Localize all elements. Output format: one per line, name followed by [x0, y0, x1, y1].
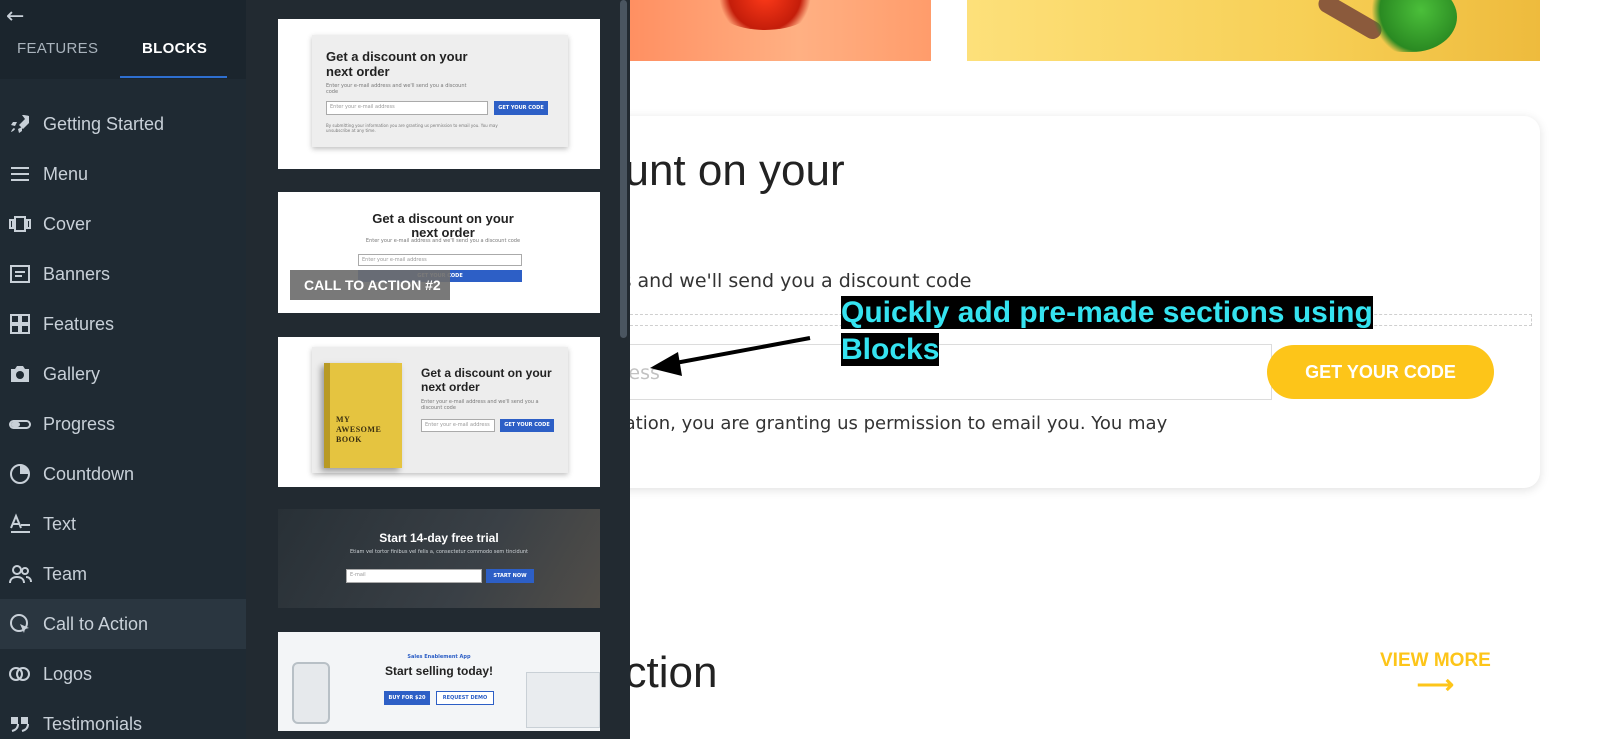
sidebar-item-getting-started[interactable]: Getting Started: [0, 99, 246, 149]
sidebar-item-label: Progress: [43, 413, 116, 434]
blocks-panel: Get a discount on your next order Enter …: [246, 0, 630, 739]
sidebar-item-label: Cover: [43, 213, 92, 234]
thumb-button: START NOW: [486, 569, 534, 583]
thumb-button: GET YOUR CODE: [500, 419, 554, 432]
text-icon: [7, 511, 33, 537]
book-title: MY AWESOME BOOK: [336, 415, 382, 444]
block-thumbnail-cta-4[interactable]: Start 14-day free trial Etiam vel tortor…: [278, 509, 600, 608]
sidebar-item-text[interactable]: Text: [0, 499, 246, 549]
sidebar-item-label: Team: [43, 563, 88, 584]
cta-icon: [7, 611, 33, 637]
menu-icon: [7, 161, 33, 187]
hero-image-parrot: [967, 0, 1540, 61]
sidebar-item-label: Countdown: [43, 463, 135, 484]
annotation-arrow-icon: [650, 336, 811, 376]
book-image: MY AWESOME BOOK: [324, 363, 402, 468]
card-subtitle: ess and we'll send you a discount code: [600, 270, 972, 292]
thumb-text: Enter your e-mail address and we'll send…: [421, 399, 539, 411]
thumb-input: Enter your e-mail address: [421, 419, 495, 432]
block-thumbnail-cta-3[interactable]: MY AWESOME BOOK Get a discount on your n…: [278, 337, 600, 487]
sidebar-item-label: Menu: [43, 163, 89, 184]
sidebar-item-label: Text: [43, 513, 77, 534]
quote-icon: [7, 711, 33, 737]
thumb-title: Get a discount on your next order: [326, 49, 468, 79]
sidebar-item-label: Logos: [43, 663, 93, 684]
thumb-input: Enter your e-mail address: [326, 101, 488, 115]
thumb-button-primary: BUY FOR $20: [384, 691, 430, 705]
sidebar-item-logos[interactable]: Logos: [0, 649, 246, 699]
thumb-kicker: Sales Enablement App: [407, 654, 471, 660]
progress-icon: [7, 411, 33, 437]
sidebar-item-call-to-action[interactable]: Call to Action: [0, 599, 246, 649]
sidebar-item-label: Getting Started: [43, 113, 165, 134]
tab-blocks[interactable]: BLOCKS: [142, 40, 207, 57]
sidebar-item-label: Testimonials: [43, 713, 143, 734]
logos-icon: [7, 661, 33, 687]
mini-card: Get a discount on your next order Enter …: [312, 35, 568, 147]
sidebar-item-testimonials[interactable]: Testimonials: [0, 699, 246, 739]
sidebar-item-label: Features: [43, 313, 115, 334]
legal-text: rmation, you are granting us permission …: [600, 410, 1272, 464]
blocks-scrollbar[interactable]: [620, 0, 627, 338]
camera-icon: [7, 361, 33, 387]
tab-features[interactable]: FEATURES: [17, 40, 98, 57]
thumb-text: Enter your e-mail address and we'll send…: [326, 83, 467, 95]
thumb-input: E-mail: [346, 569, 482, 583]
sidebar-item-cover[interactable]: Cover: [0, 199, 246, 249]
thumb-text: Etiam vel tortor finibus vel felis a, co…: [349, 549, 528, 555]
sidebar-item-banners[interactable]: Banners: [0, 249, 246, 299]
legal-line-2: .: [600, 437, 1272, 464]
thumb-button: GET YOUR CODE: [494, 101, 548, 115]
legal-line-1: rmation, you are granting us permission …: [600, 413, 1168, 434]
view-more-link[interactable]: VIEW MORE ⟶: [1380, 650, 1491, 699]
document-image: [526, 672, 600, 728]
block-thumbnail-cta-2[interactable]: Get a discount on your next order Enter …: [278, 192, 600, 313]
annotation-line-1: Quickly add pre-made sections using: [841, 296, 1373, 329]
sidebar-item-label: Call to Action: [43, 613, 149, 634]
sidebar-item-gallery[interactable]: Gallery: [0, 349, 246, 399]
cover-icon: [7, 211, 33, 237]
thumb-title: Get a discount on your next order: [421, 366, 552, 394]
block-thumbnail-cta-5[interactable]: Sales Enablement App Start selling today…: [278, 632, 600, 731]
sidebar-item-features[interactable]: Features: [0, 299, 246, 349]
sidebar-item-label: Gallery: [43, 363, 101, 384]
rocket-icon: [7, 111, 33, 137]
clock-icon: [7, 461, 33, 487]
banners-icon: [7, 261, 33, 287]
view-more-label: VIEW MORE: [1380, 650, 1491, 671]
grid-icon: [7, 311, 33, 337]
sidebar-item-countdown[interactable]: Countdown: [0, 449, 246, 499]
active-tab-indicator: [120, 76, 227, 78]
thumb-button-secondary: REQUEST DEMO: [436, 691, 494, 705]
card-title: ount on your: [600, 146, 845, 195]
sidebar-item-progress[interactable]: Progress: [0, 399, 246, 449]
annotation-caption: Quickly add pre-made sections using Bloc…: [841, 294, 1401, 368]
sidebar-header: ← FEATURES BLOCKS: [0, 0, 246, 79]
annotation-line-2: Blocks: [841, 333, 940, 366]
block-thumbnail-cta-1[interactable]: Get a discount on your next order Enter …: [278, 19, 600, 169]
team-icon: [7, 561, 33, 587]
thumb-text: Enter your e-mail address and we'll send…: [365, 238, 521, 244]
left-sidebar: ← FEATURES BLOCKS Getting Started Menu C…: [0, 0, 246, 739]
thumb-title: Get a discount on your next order: [372, 211, 514, 240]
sidebar-item-menu[interactable]: Menu: [0, 149, 246, 199]
thumb-title: Start selling today!: [384, 664, 494, 678]
sidebar-item-label: Banners: [43, 263, 111, 284]
arrow-right-icon: ⟶: [1416, 669, 1455, 699]
thumb-legal: By submitting your information you are g…: [326, 123, 498, 133]
hero-image-flower: [600, 0, 931, 61]
back-arrow-icon[interactable]: ←: [6, 4, 24, 29]
thumb-input: Enter your e-mail address: [358, 254, 522, 266]
block-category-list: Getting Started Menu Cover Banners Featu…: [0, 79, 246, 739]
thumbnail-hover-label: CALL TO ACTION #2: [290, 270, 450, 300]
sidebar-item-team[interactable]: Team: [0, 549, 246, 599]
thumb-title: Start 14-day free trial: [379, 531, 499, 545]
